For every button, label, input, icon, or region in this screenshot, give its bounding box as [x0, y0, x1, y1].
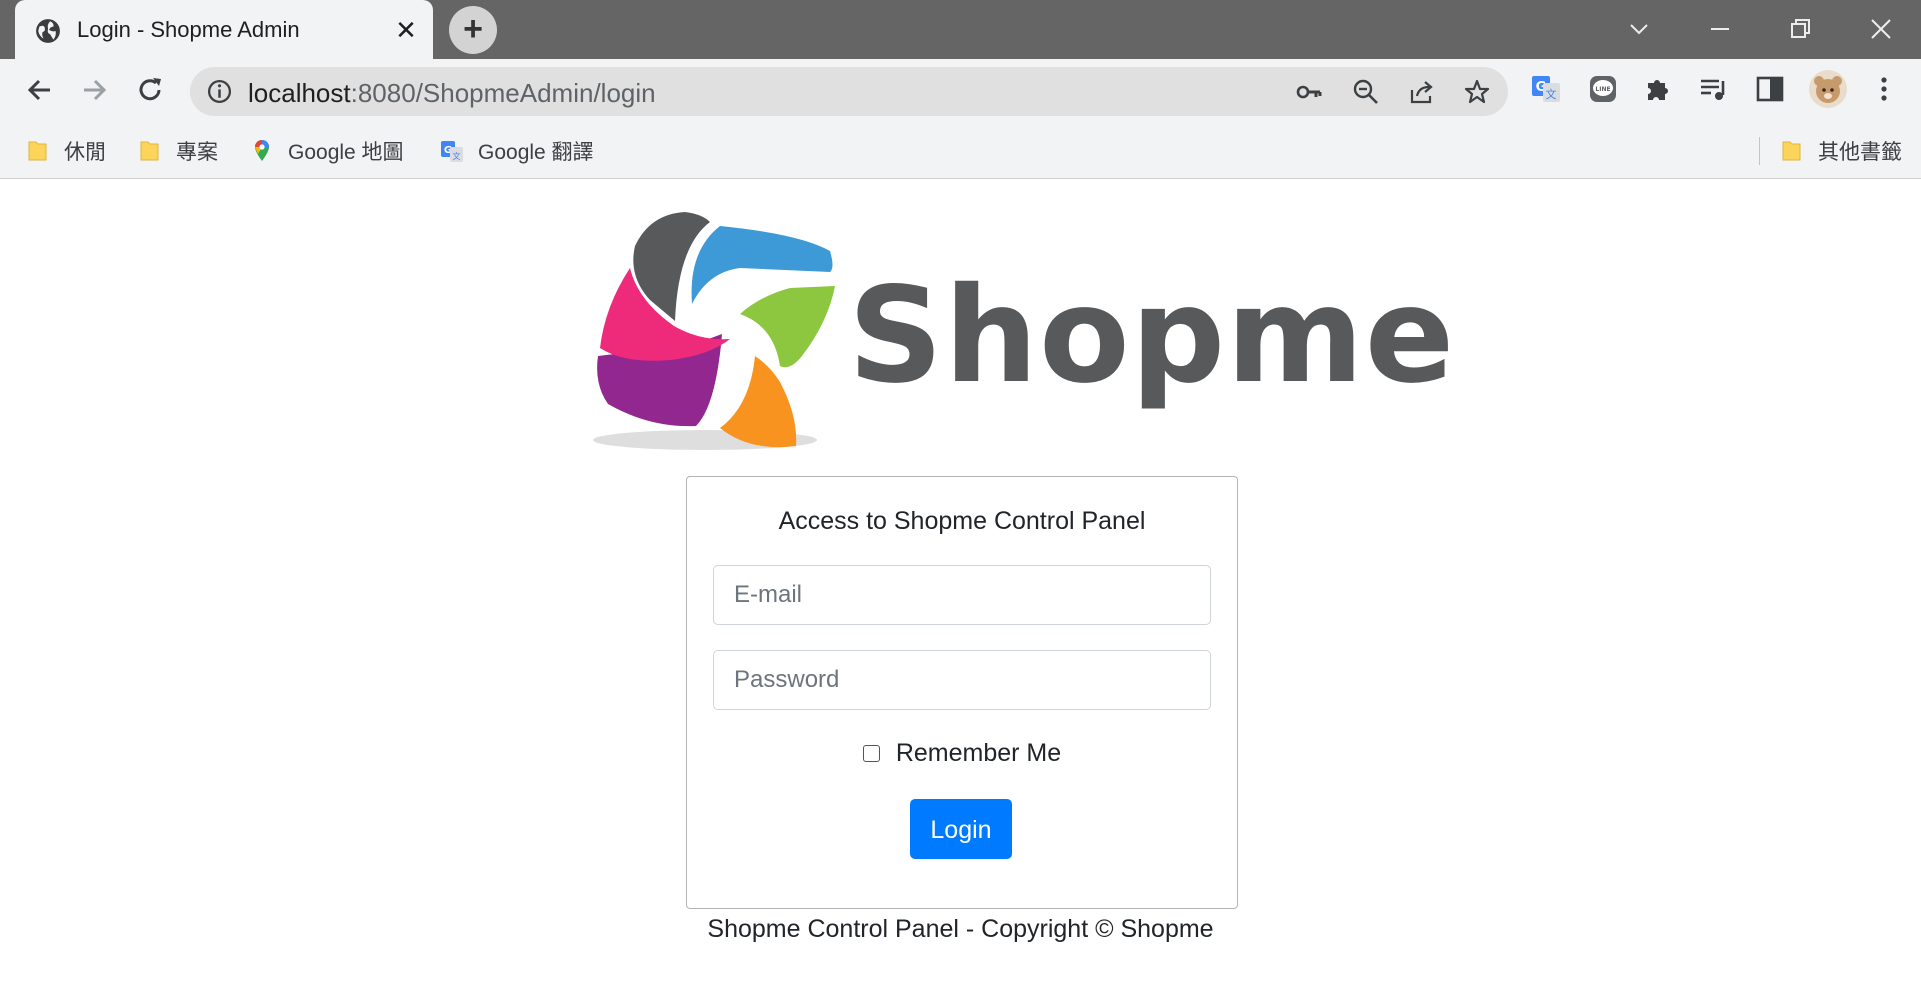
email-field[interactable]: [713, 565, 1211, 625]
browser-menu-icon[interactable]: [1868, 73, 1900, 105]
bookmark-label: 休閒: [64, 141, 106, 164]
reload-icon[interactable]: [133, 73, 167, 107]
bookmarks-bar: 休閒 專案 Google 地圖 G 文 Google 翻譯 其他書籤: [0, 124, 1921, 179]
url-path: :8080/ShopmeAdmin/login: [350, 78, 656, 108]
close-window-icon[interactable]: [1864, 12, 1898, 46]
browser-tab[interactable]: Login - Shopme Admin ✕: [15, 0, 433, 59]
page-content: Shopme Access to Shopme Control Panel Re…: [0, 180, 1921, 1008]
google-maps-icon: [255, 140, 269, 161]
bookmark-folder-leisure[interactable]: 休閒: [26, 134, 106, 168]
google-translate-extension-icon[interactable]: G 文: [1530, 73, 1562, 105]
password-field[interactable]: [713, 650, 1211, 710]
profile-avatar[interactable]: [1808, 69, 1848, 109]
bookmarks-separator: [1759, 137, 1760, 165]
media-control-icon[interactable]: [1698, 73, 1730, 105]
login-card-title: Access to Shopme Control Panel: [778, 507, 1146, 535]
bookmark-google-maps[interactable]: Google 地圖: [250, 134, 404, 168]
new-tab-button[interactable]: +: [449, 6, 497, 54]
bookmark-google-translate[interactable]: G 文 Google 翻譯: [440, 134, 594, 168]
side-panel-icon[interactable]: [1754, 73, 1786, 105]
browser-tabstrip: Login - Shopme Admin ✕ +: [0, 0, 1921, 59]
forward-icon[interactable]: [78, 73, 112, 107]
svg-text:文: 文: [1546, 87, 1557, 101]
bookmark-folder-other[interactable]: 其他書籤: [1780, 134, 1902, 168]
back-icon[interactable]: [22, 73, 56, 107]
svg-text:LINE: LINE: [1595, 86, 1610, 93]
login-button[interactable]: Login: [910, 799, 1012, 859]
folder-icon: [28, 141, 47, 161]
tab-search-icon[interactable]: [1622, 12, 1656, 46]
svg-text:文: 文: [453, 151, 461, 161]
remember-me-row[interactable]: Remember Me: [687, 739, 1237, 768]
page-footer: Shopme Control Panel - Copyright © Shopm…: [0, 915, 1921, 944]
site-info-icon[interactable]: [206, 78, 233, 105]
login-card: Access to Shopme Control Panel Remember …: [686, 476, 1238, 909]
footer-copyright: Shopme Control Panel - Copyright © Shopm…: [707, 915, 1214, 943]
bookmark-label: Google 翻譯: [478, 141, 594, 164]
folder-icon: [140, 141, 159, 161]
minimize-icon[interactable]: [1703, 12, 1737, 46]
remember-me-label: Remember Me: [895, 739, 1062, 767]
bookmark-label: Google 地圖: [288, 141, 404, 164]
bookmark-label: 專案: [176, 141, 218, 164]
globe-icon: [36, 19, 60, 43]
url-host: localhost: [248, 78, 351, 108]
bookmark-folder-projects[interactable]: 專案: [138, 134, 218, 168]
remember-me-checkbox[interactable]: [862, 745, 880, 762]
url-text[interactable]: localhost:8080/ShopmeAdmin/login: [248, 78, 656, 109]
bookmark-star-icon[interactable]: [1463, 78, 1491, 106]
browser-toolbar: localhost:8080/ShopmeAdmin/login G 文 LIN…: [0, 59, 1921, 124]
tab-close-icon[interactable]: ✕: [391, 15, 421, 45]
logo-wordmark: Shopme: [848, 259, 1456, 413]
share-icon[interactable]: [1408, 78, 1436, 106]
bookmark-label: 其他書籤: [1818, 141, 1902, 164]
key-icon[interactable]: [1295, 78, 1323, 106]
zoom-out-icon[interactable]: [1352, 78, 1380, 106]
folder-icon: [1782, 141, 1801, 161]
google-translate-icon: G 文: [441, 141, 463, 162]
extensions-puzzle-icon[interactable]: [1643, 73, 1675, 105]
line-extension-icon[interactable]: LINE: [1587, 73, 1619, 105]
address-bar[interactable]: localhost:8080/ShopmeAdmin/login: [190, 67, 1508, 116]
restore-icon[interactable]: [1783, 12, 1817, 46]
tab-title: Login - Shopme Admin: [77, 17, 300, 42]
